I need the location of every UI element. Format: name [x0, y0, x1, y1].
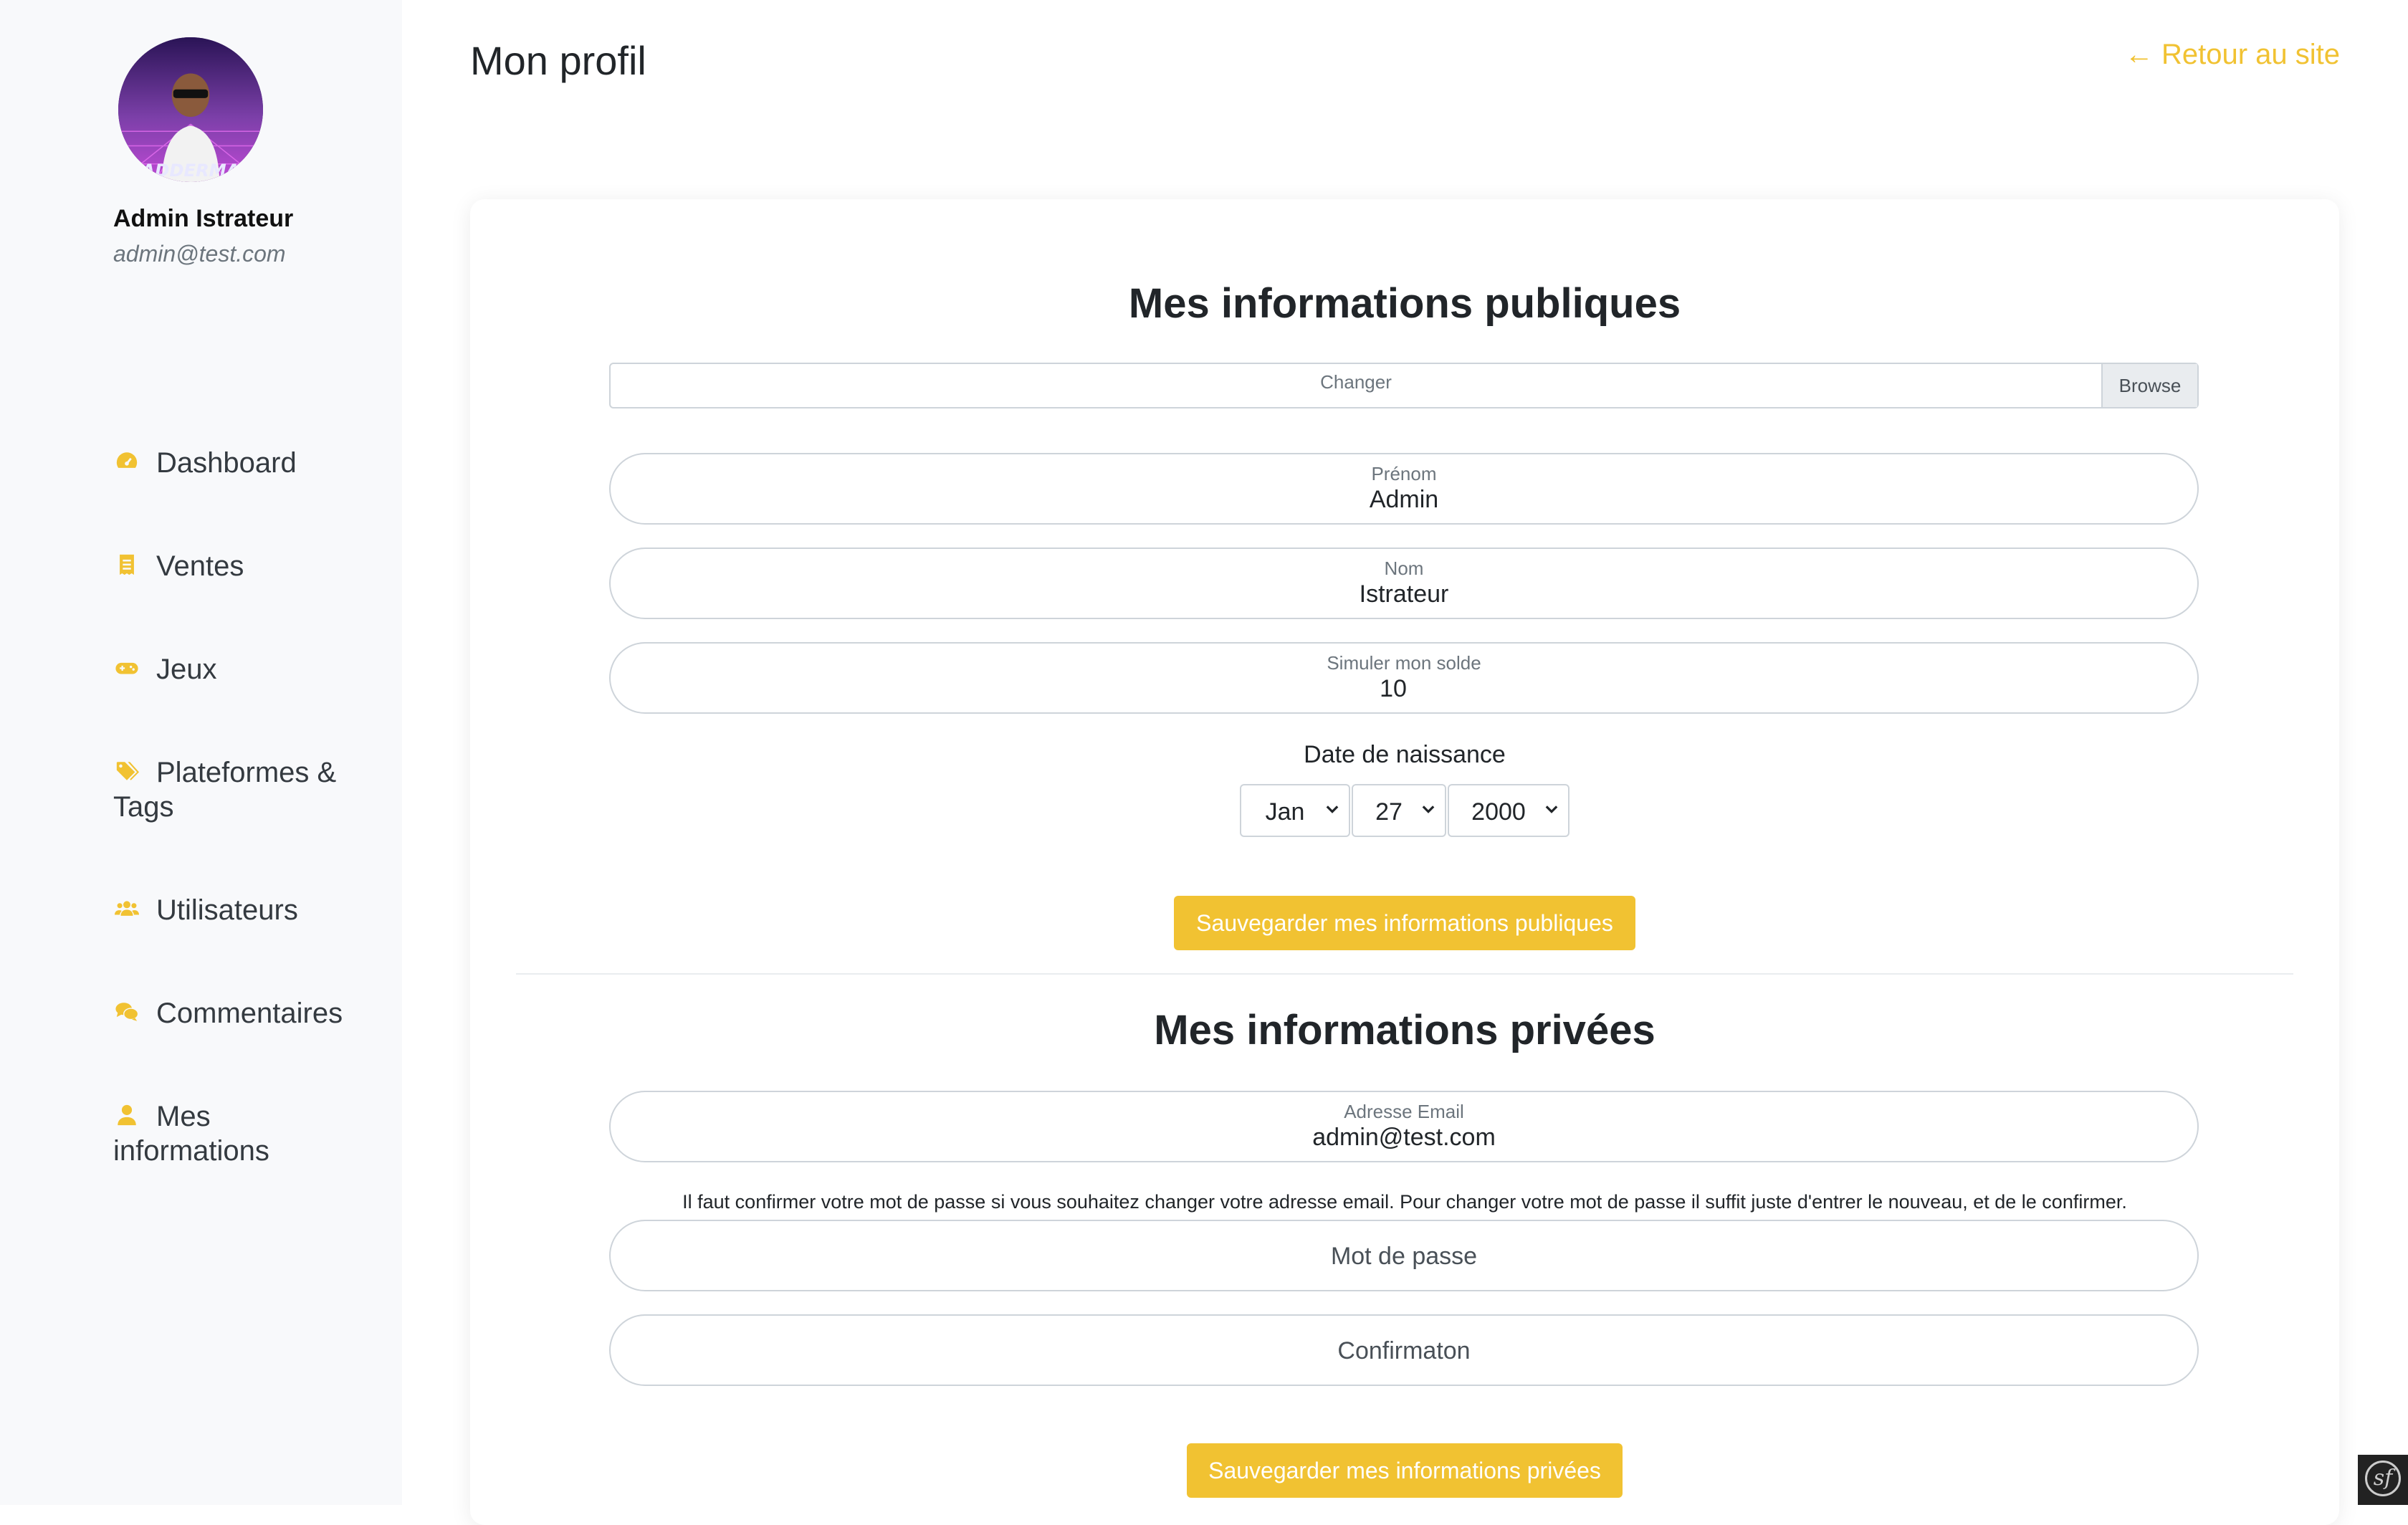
gamepad-icon: [113, 656, 140, 680]
save-private-button[interactable]: Sauvegarder mes informations privées: [1187, 1443, 1623, 1498]
sidebar-item-label: Utilisateurs: [156, 894, 298, 926]
dob-year-value: 2000: [1471, 798, 1526, 826]
first-name-value: Admin: [1369, 486, 1439, 513]
sidebar-item-jeux[interactable]: Jeux: [113, 652, 371, 687]
sidebar-item-utilisateurs[interactable]: Utilisateurs: [113, 893, 371, 927]
arrow-left-icon: ←: [2124, 39, 2154, 70]
sidebar-item-label: Plateformes & Tags: [113, 757, 337, 823]
balance-field[interactable]: Simuler mon solde 10: [609, 642, 2199, 714]
last-name-label: Nom: [1384, 558, 1424, 579]
dob-label: Date de naissance: [1304, 741, 1506, 768]
sidebar-item-mes-informations[interactable]: Mes informations: [113, 1099, 371, 1168]
balance-label: Simuler mon solde: [1327, 652, 1481, 674]
back-link-label: Retour au site: [2161, 39, 2340, 70]
password-placeholder: Mot de passe: [1330, 1243, 1478, 1270]
email-field[interactable]: Adresse Email admin@test.com: [609, 1091, 2199, 1162]
dashboard-icon: [113, 449, 140, 474]
svg-text:ADDERMA: ADDERMA: [140, 160, 239, 181]
dob-month-select[interactable]: Jan: [1240, 784, 1350, 837]
browse-button[interactable]: Browse: [2101, 364, 2197, 407]
dob-year-select[interactable]: 2000: [1448, 784, 1570, 837]
last-name-field[interactable]: Nom Istrateur: [609, 548, 2199, 619]
dob-day-value: 27: [1375, 798, 1403, 826]
sidebar-item-label: Dashboard: [156, 447, 297, 479]
user-name: Admin Istrateur: [113, 205, 294, 232]
sidebar-item-commentaires[interactable]: Commentaires: [113, 996, 371, 1031]
password-confirm-placeholder: Confirmaton: [1337, 1337, 1471, 1364]
password-help-text: Il faut confirmer votre mot de passe si …: [682, 1191, 2127, 1213]
public-section-title: Mes informations publiques: [1128, 280, 1681, 327]
chevron-down-icon: [1422, 805, 1435, 813]
symfony-toolbar-toggle[interactable]: sf: [2358, 1455, 2408, 1505]
first-name-field[interactable]: Prénom Admin: [609, 453, 2199, 525]
user-icon: [113, 1103, 140, 1127]
sidebar: ADDERMA Admin Istrateur admin@test.com D…: [0, 0, 402, 1505]
user-email: admin@test.com: [113, 241, 286, 267]
private-section-title: Mes informations privées: [1154, 1007, 1656, 1053]
sidebar-item-label: Jeux: [156, 654, 217, 685]
email-value: admin@test.com: [1312, 1124, 1496, 1151]
users-icon: [113, 897, 140, 921]
receipt-icon: [113, 553, 140, 577]
profile-card: Mes informations publiques Changer Brows…: [470, 199, 2339, 1525]
chevron-down-icon: [1545, 805, 1558, 813]
chevron-down-icon: [1326, 805, 1339, 813]
sidebar-item-plateformes-tags[interactable]: Plateformes & Tags: [113, 755, 371, 824]
tags-icon: [113, 759, 140, 783]
sidebar-item-dashboard[interactable]: Dashboard: [113, 446, 371, 480]
last-name-value: Istrateur: [1359, 580, 1449, 608]
section-divider: [516, 973, 2293, 975]
sidebar-item-ventes[interactable]: Ventes: [113, 549, 371, 583]
avatar-image: ADDERMA: [118, 37, 263, 182]
sidebar-item-label: Ventes: [156, 550, 244, 582]
password-field[interactable]: Mot de passe: [609, 1220, 2199, 1291]
balance-value: 10: [1380, 675, 1407, 702]
symfony-icon: sf: [2365, 1461, 2401, 1496]
sidebar-item-label: Commentaires: [156, 998, 343, 1029]
email-label: Adresse Email: [1344, 1101, 1464, 1122]
save-public-button[interactable]: Sauvegarder mes informations publiques: [1174, 896, 1635, 950]
avatar: ADDERMA: [118, 37, 263, 182]
dob-day-select[interactable]: 27: [1352, 784, 1446, 837]
comments-icon: [113, 1000, 140, 1024]
page-title: Mon profil: [470, 38, 646, 83]
avatar-file-input[interactable]: Changer Browse: [609, 363, 2199, 408]
first-name-label: Prénom: [1371, 463, 1437, 484]
password-confirm-field[interactable]: Confirmaton: [609, 1314, 2199, 1386]
back-to-site-link[interactable]: ← Retour au site: [2125, 39, 2340, 71]
dob-month-value: Jan: [1265, 798, 1305, 826]
file-input-label: Changer: [1320, 371, 1392, 393]
